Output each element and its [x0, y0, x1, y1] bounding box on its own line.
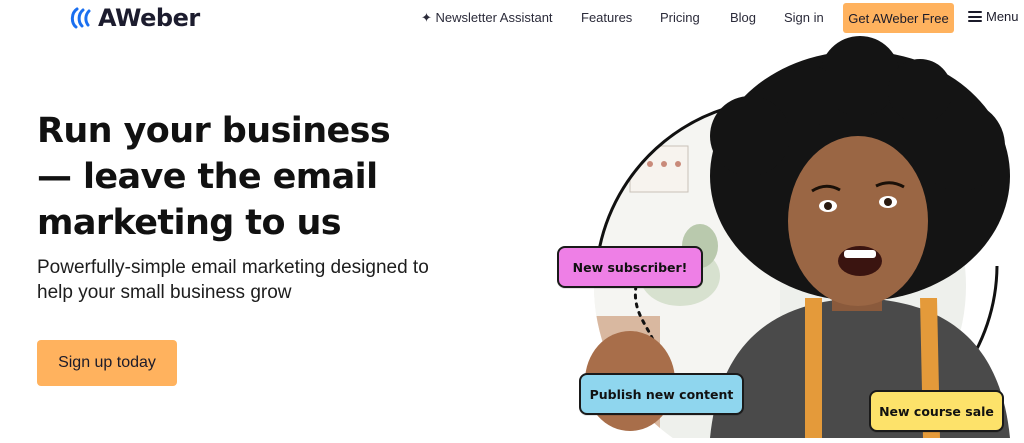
main-nav: ✦ Newsletter Assistant Features Pricing … — [0, 0, 1024, 36]
tag-new-course-sale: New course sale — [869, 390, 1004, 432]
nav-blog[interactable]: Blog — [730, 10, 756, 25]
menu-label: Menu — [986, 9, 1019, 24]
nav-sign-in[interactable]: Sign in — [784, 10, 824, 25]
hero-headline: Run your business — leave the email mark… — [37, 111, 391, 243]
nav-newsletter-assistant[interactable]: ✦ Newsletter Assistant — [421, 10, 553, 26]
sign-up-today-label: Sign up today — [58, 354, 156, 371]
tag-publish-new-content: Publish new content — [579, 373, 744, 415]
tag-new-subscriber-label: New subscriber! — [572, 259, 688, 275]
hero-illustration: New subscriber! Publish new content New … — [557, 36, 1024, 438]
nav-features[interactable]: Features — [581, 10, 632, 25]
tag-publish-new-content-label: Publish new content — [589, 386, 734, 402]
nav-pricing[interactable]: Pricing — [660, 10, 700, 25]
menu-button[interactable]: Menu — [968, 9, 1019, 24]
hero-subhead: Powerfully-simple email marketing design… — [37, 257, 429, 303]
tag-new-subscriber: New subscriber! — [557, 246, 703, 288]
get-aweber-free-button[interactable]: Get AWeber Free — [843, 3, 954, 33]
site-header: AWeber ✦ Newsletter Assistant Features P… — [0, 0, 1024, 36]
tag-new-course-sale-label: New course sale — [879, 403, 994, 419]
hamburger-icon — [968, 11, 982, 22]
sign-up-today-button[interactable]: Sign up today — [37, 340, 177, 386]
get-aweber-free-label: Get AWeber Free — [848, 10, 949, 26]
